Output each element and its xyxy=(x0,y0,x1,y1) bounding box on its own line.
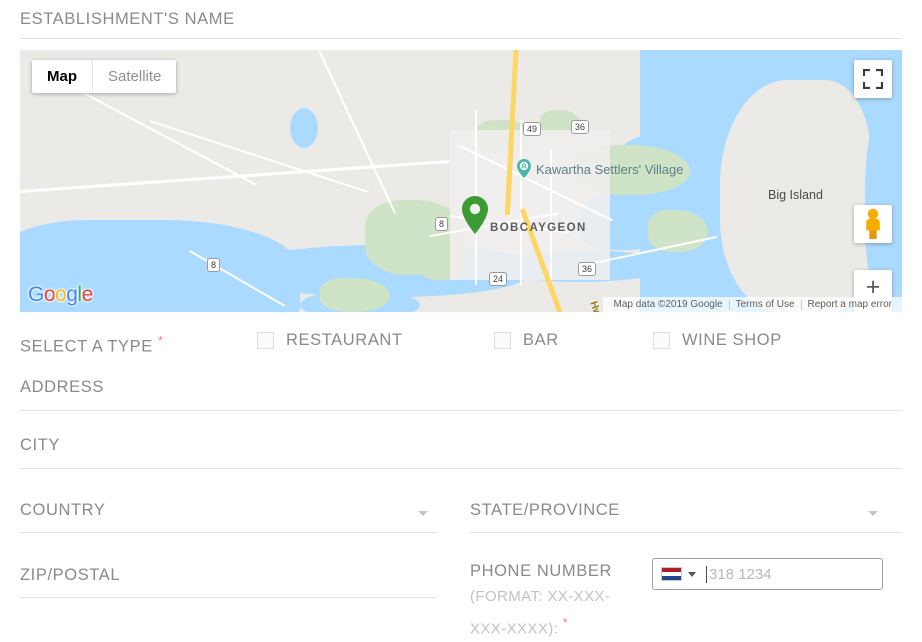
netherlands-flag-icon xyxy=(661,567,682,581)
select-type-required-star: * xyxy=(158,333,164,348)
map-shield-24-a: 24 xyxy=(489,272,508,286)
map-shield-8-b: 8 xyxy=(207,258,221,272)
map-location-marker[interactable] xyxy=(462,196,488,239)
establishment-name-input[interactable] xyxy=(20,38,902,39)
chevron-down-icon-state[interactable] xyxy=(868,511,878,516)
map-type-button-map[interactable]: Map xyxy=(32,60,92,93)
map-shield-36-top: 36 xyxy=(571,120,590,134)
google-logo-g2: g xyxy=(66,283,78,306)
country-select[interactable] xyxy=(20,532,437,533)
state-province-label: STATE/PROVINCE xyxy=(470,501,620,519)
phone-number-input[interactable]: 318 1234 xyxy=(652,558,883,590)
checkbox-bar[interactable]: BAR xyxy=(494,331,559,350)
city-label: CITY xyxy=(20,436,60,454)
checkbox-wine-shop-label: WINE SHOP xyxy=(682,331,782,349)
establishment-form-page: ESTABLISHMENT'S NAME 49 36 8 8 24 36 Kaw… xyxy=(0,0,922,637)
address-label: ADDRESS xyxy=(20,378,104,396)
state-province-select[interactable] xyxy=(470,532,902,533)
address-input[interactable] xyxy=(20,410,902,411)
chevron-down-icon-flag[interactable] xyxy=(688,571,696,577)
select-type-label: SELECT A TYPE * xyxy=(20,333,164,357)
checkbox-restaurant-label: RESTAURANT xyxy=(286,331,403,349)
map-road-minor-7 xyxy=(520,120,522,285)
fullscreen-icon[interactable] xyxy=(854,60,892,98)
text-cursor xyxy=(706,565,707,583)
select-type-label-text: SELECT A TYPE xyxy=(20,337,153,356)
city-input[interactable] xyxy=(20,468,902,469)
map-water-top-small xyxy=(290,108,318,148)
map-data-attribution: Map data ©2019 Google xyxy=(613,299,723,310)
establishment-name-label: ESTABLISHMENT'S NAME xyxy=(20,10,235,28)
map-type-button-satellite[interactable]: Satellite xyxy=(92,60,176,93)
zip-postal-input[interactable] xyxy=(20,597,437,598)
phone-number-label-block: PHONE NUMBER (FORMAT: XX-XXX-XXX-XXXX): … xyxy=(470,558,635,642)
checkbox-bar-label: BAR xyxy=(523,331,559,349)
phone-number-placeholder: 318 1234 xyxy=(709,565,772,583)
report-map-error-link[interactable]: Report a map error xyxy=(802,299,898,310)
map-shield-8-a: 8 xyxy=(435,217,449,231)
map-type-control[interactable]: Map Satellite xyxy=(32,60,177,93)
checkbox-restaurant[interactable]: RESTAURANT xyxy=(257,331,403,350)
google-logo: Google xyxy=(28,283,93,307)
google-map[interactable]: 49 36 8 8 24 36 24 Hwy 36 Kawartha Settl… xyxy=(20,50,902,312)
phone-format-hint-text: (FORMAT: XX-XXX-XXX-XXXX): xyxy=(470,588,611,638)
map-shield-36-b: 36 xyxy=(578,262,597,276)
phone-required-star: * xyxy=(562,615,568,630)
street-view-pegman-icon[interactable] xyxy=(854,205,892,243)
google-logo-e: e xyxy=(81,283,94,306)
terms-of-use-link[interactable]: Terms of Use xyxy=(730,299,801,310)
chevron-down-icon-country[interactable] xyxy=(418,511,428,516)
museum-poi-icon[interactable] xyxy=(517,159,531,183)
google-logo-o1: o xyxy=(43,283,56,306)
map-shield-49: 49 xyxy=(523,122,542,136)
map-island-label-big-island: Big Island xyxy=(768,188,823,202)
checkbox-restaurant-box[interactable] xyxy=(257,332,274,349)
map-city-label-bobcaygeon: BOBCAYGEON xyxy=(490,222,587,234)
country-label: COUNTRY xyxy=(20,501,106,519)
zip-postal-label: ZIP/POSTAL xyxy=(20,566,121,584)
checkbox-wine-shop-box[interactable] xyxy=(653,332,670,349)
map-attribution-bar: Map data ©2019 Google Terms of Use Repor… xyxy=(603,297,902,312)
google-logo-g1: G xyxy=(28,283,44,306)
map-poi-label-kawartha: Kawartha Settlers' Village xyxy=(536,162,684,177)
map-park-bottom xyxy=(320,278,390,312)
google-logo-o2: o xyxy=(55,283,67,306)
phone-format-hint: (FORMAT: XX-XXX-XXX-XXXX): * xyxy=(470,584,635,642)
country-flag-dropdown[interactable] xyxy=(653,559,702,589)
checkbox-bar-box[interactable] xyxy=(494,332,511,349)
phone-number-label: PHONE NUMBER xyxy=(470,562,612,580)
flag-stripe-blue xyxy=(662,576,681,580)
checkbox-wine-shop[interactable]: WINE SHOP xyxy=(653,331,782,350)
